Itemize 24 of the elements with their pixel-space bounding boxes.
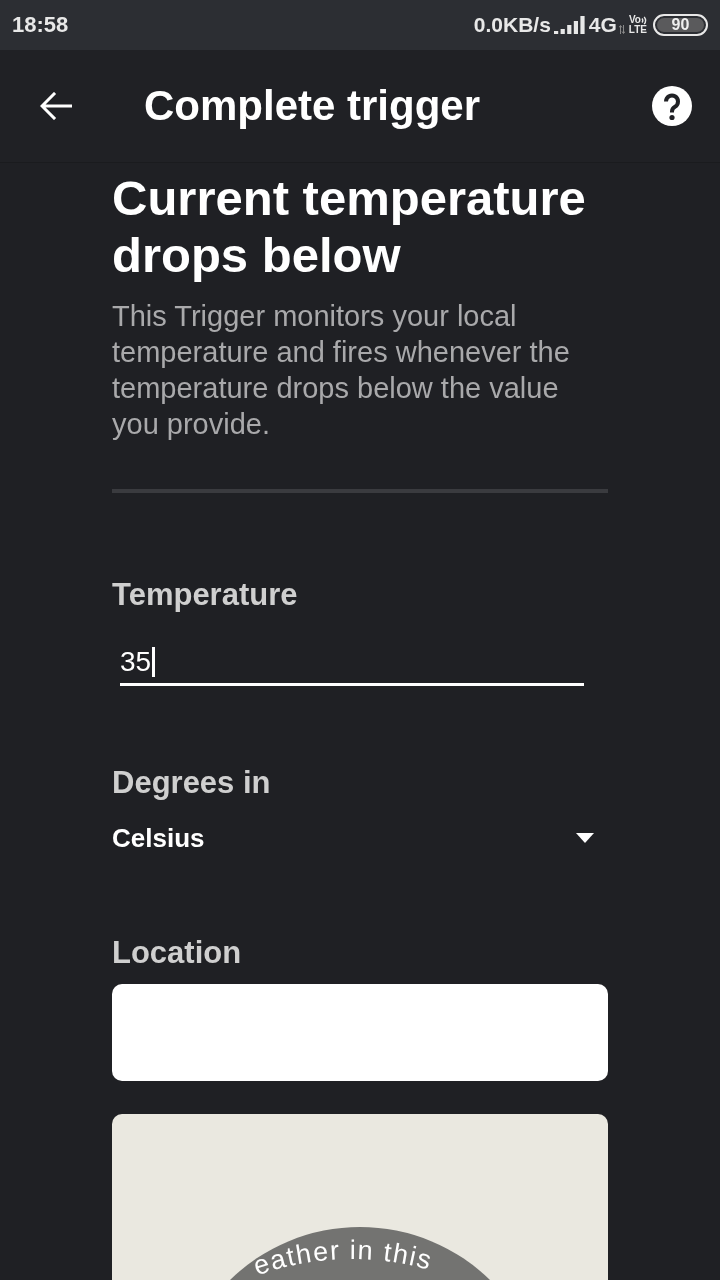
help-button[interactable] [652,86,692,126]
field-label: Degrees in [112,764,272,802]
field-label: Location [112,934,243,972]
text-cursor [152,647,156,677]
signal-strength-icon [553,16,585,34]
trigger-title: Current temperature drops below [112,170,587,284]
lte-text: LTE [628,25,647,35]
network-type: 4G [588,13,617,37]
field-label: Temperature [112,576,299,614]
network-speed: 0.0KB/s [473,13,551,37]
caret-down-icon [576,833,594,843]
clock-time: 18:58 [12,12,69,38]
trigger-description: This Trigger monitors your local temperature and fires whenever the temperature drops below the value you provide. [112,299,571,442]
location-field[interactable] [112,984,608,1081]
back-button[interactable] [40,92,72,120]
screen-title: Complete trigger [144,82,481,130]
data-activity-icon [618,24,625,34]
volte-text: Vo [628,15,641,25]
call-waves-icon [640,15,647,25]
temperature-input[interactable]: 35 [120,644,584,686]
unit-dropdown[interactable]: Celsius [112,820,608,856]
battery-indicator: 90 [653,14,708,36]
back-arrow-icon [40,92,72,120]
help-icon [652,86,692,126]
